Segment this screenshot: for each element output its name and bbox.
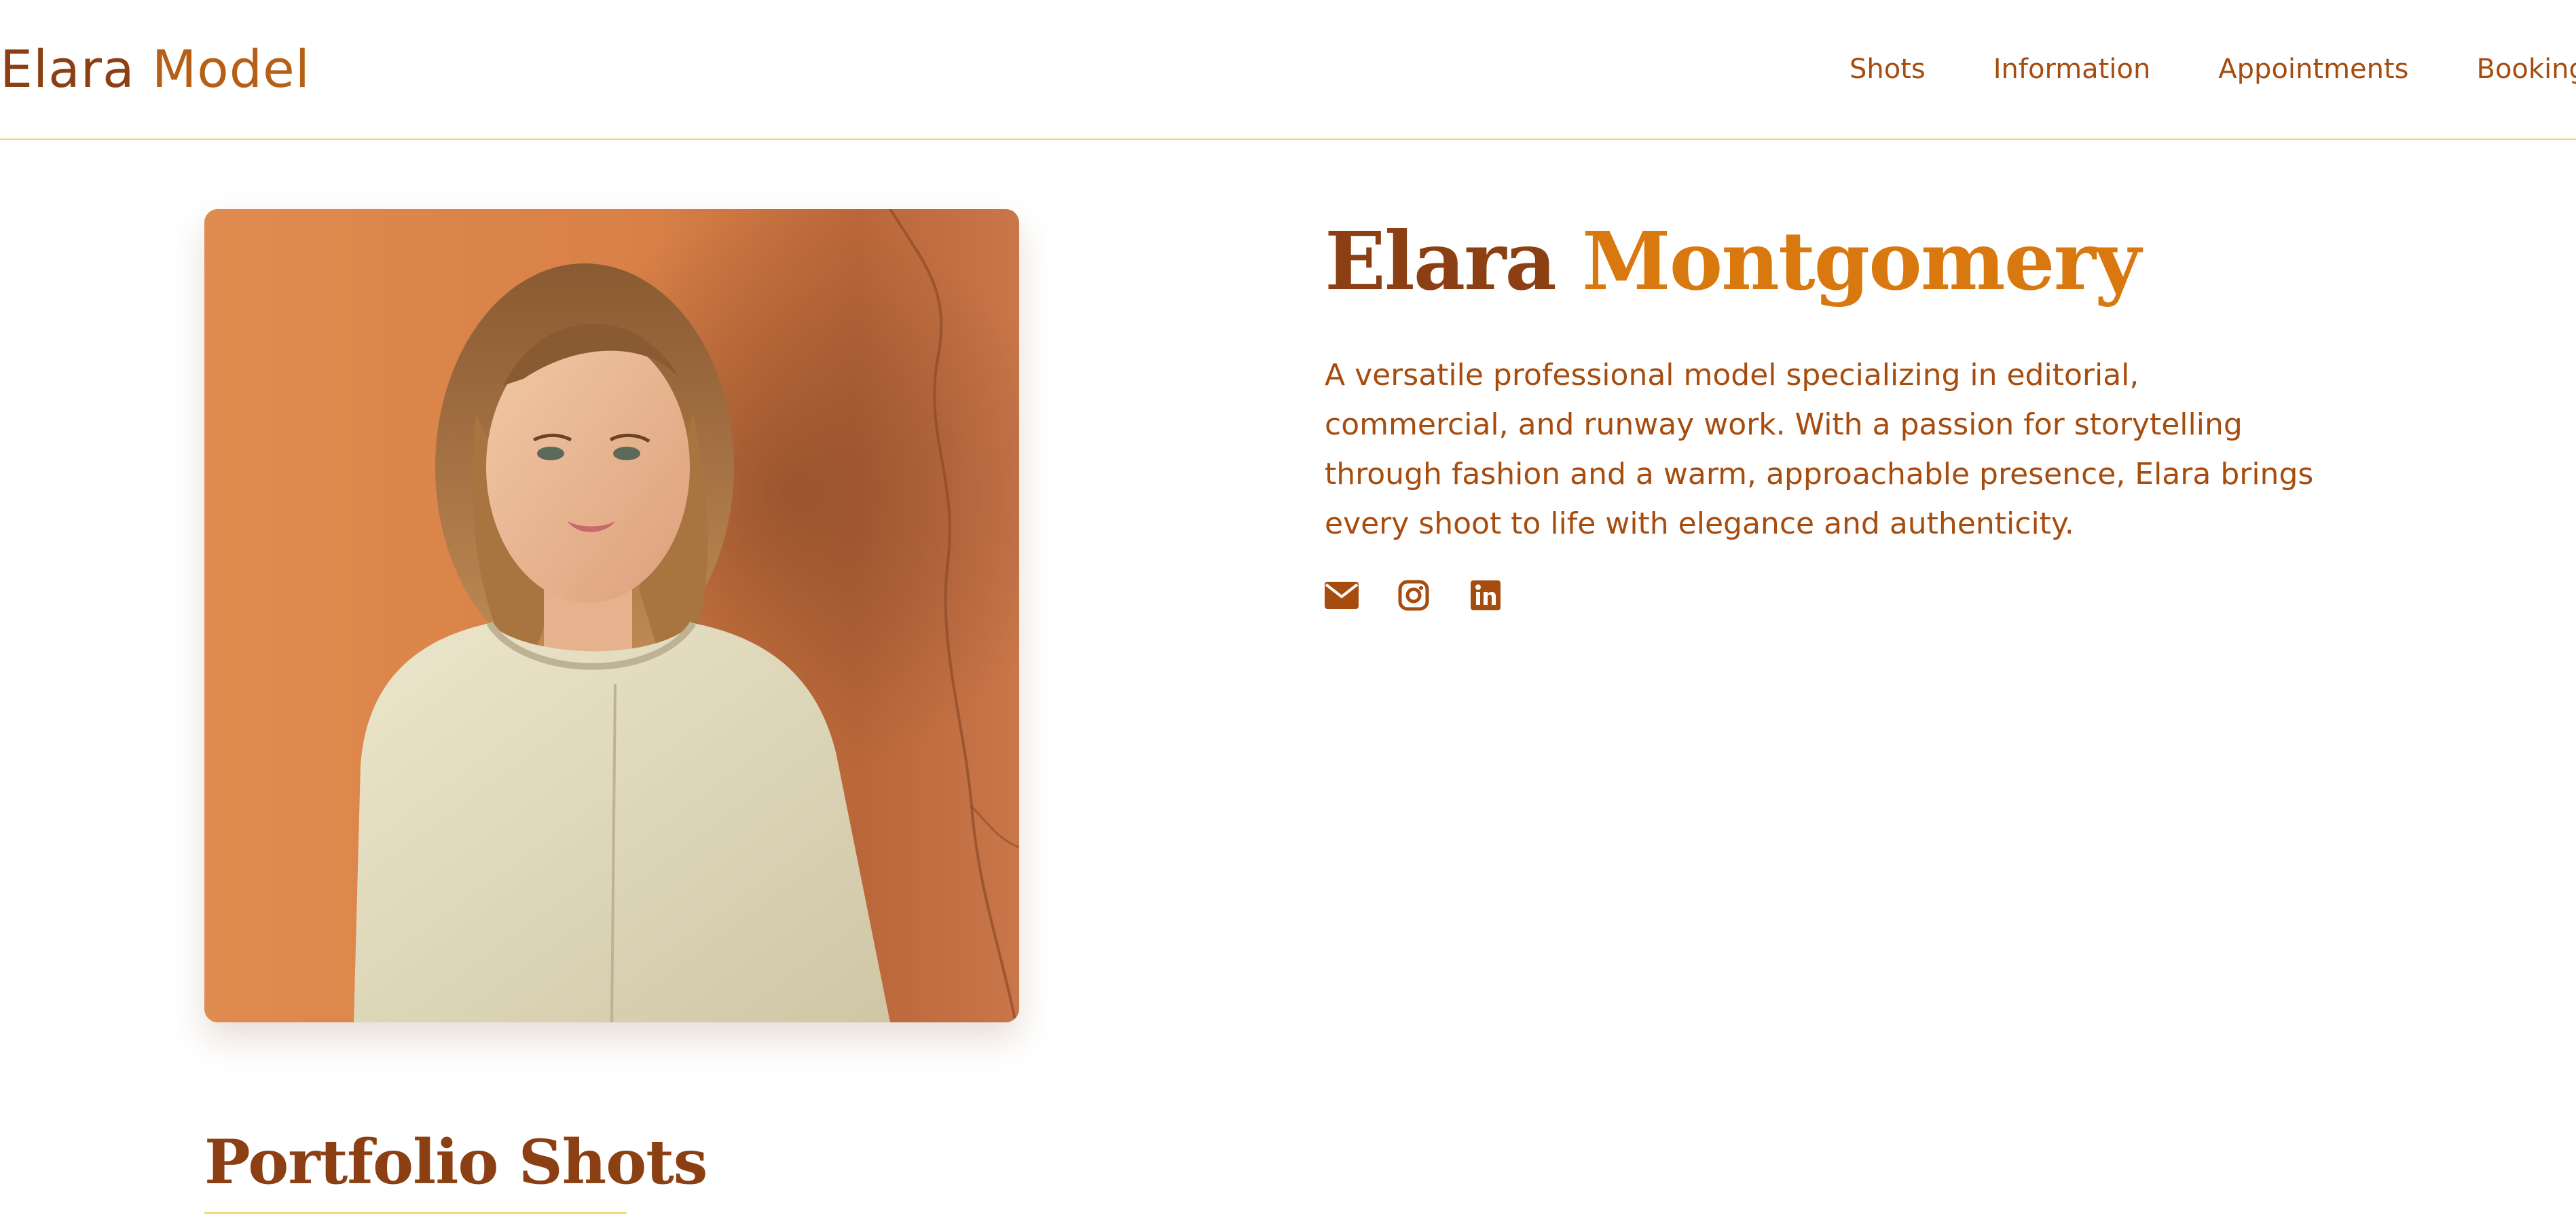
site-logo[interactable]: Elara Model: [0, 35, 310, 103]
instagram-icon: [1398, 580, 1429, 611]
main-nav: Shots Information Appointments Booking: [1850, 49, 2576, 90]
nav-link-appointments[interactable]: Appointments: [2218, 49, 2408, 90]
portrait-image: [204, 209, 1019, 1022]
social-links: [1325, 578, 2343, 612]
nav-link-information[interactable]: Information: [1993, 49, 2151, 90]
instagram-link[interactable]: [1397, 578, 1431, 612]
profile-intro: Elara Montgomery A versatile professiona…: [1325, 210, 2343, 612]
profile-first-name: Elara: [1325, 214, 1557, 308]
profile-name: Elara Montgomery: [1325, 210, 2343, 312]
profile-last-name: Montgomery: [1581, 214, 2141, 308]
nav-link-booking[interactable]: Booking: [2477, 49, 2576, 90]
logo-second-word: Model: [151, 39, 310, 99]
logo-first-word: Elara: [0, 39, 135, 99]
envelope-icon: [1325, 582, 1359, 609]
linkedin-icon: [1471, 580, 1501, 610]
profile-bio: A versatile professional model specializ…: [1325, 358, 2314, 541]
portfolio-title-underline: [204, 1212, 627, 1214]
site-header: Elara Model Shots Information Appointmen…: [0, 0, 2576, 140]
linkedin-link[interactable]: [1469, 578, 1503, 612]
portfolio-title: Portfolio Shots: [204, 1126, 707, 1198]
email-link[interactable]: [1325, 578, 1359, 612]
nav-link-shots[interactable]: Shots: [1850, 49, 1926, 90]
profile-photo: [204, 209, 1019, 1022]
